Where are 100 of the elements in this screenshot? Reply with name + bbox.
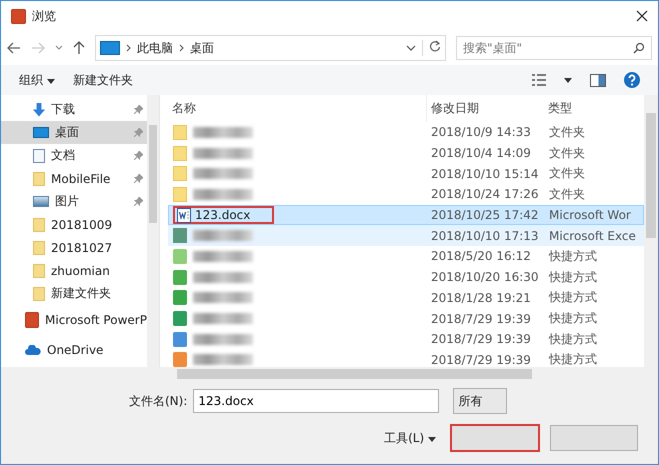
search-icon bbox=[633, 42, 645, 54]
sidebar-item-icon bbox=[33, 127, 49, 138]
spreadsheet-icon bbox=[173, 228, 187, 244]
chevron-down-icon[interactable] bbox=[406, 44, 416, 52]
type-cell-text: Microsoft Wor bbox=[548, 208, 632, 222]
filename-field[interactable]: 123.docx bbox=[193, 389, 440, 413]
sidebar-item-icon bbox=[33, 218, 45, 232]
file-row[interactable]: 2018/10/10 17:13 Microsoft Exce bbox=[168, 225, 644, 246]
tools-menu[interactable]: 工具(L) bbox=[384, 430, 436, 446]
file-row[interactable]: 2018/10/9 14:33 文件夹 bbox=[168, 122, 644, 143]
date-cell-text: 2018/10/20 16:30 bbox=[430, 270, 540, 284]
type-cell-text: 文件夹 bbox=[548, 144, 586, 162]
type-cell-text: 文件夹 bbox=[548, 165, 586, 182]
search-field[interactable]: 搜索"桌面" bbox=[456, 36, 652, 60]
new-folder-button[interactable]: 新建文件夹 bbox=[72, 72, 133, 88]
date-cell-text: 2018/7/29 19:39 bbox=[430, 352, 532, 367]
refresh-icon[interactable] bbox=[429, 40, 441, 52]
sidebar-item-icon bbox=[33, 148, 45, 162]
blurred-name bbox=[193, 188, 253, 200]
preview-pane-icon[interactable] bbox=[590, 74, 606, 86]
powerpoint-icon bbox=[11, 8, 26, 24]
back-arrow-icon[interactable] bbox=[7, 42, 21, 54]
blurred-name bbox=[193, 148, 253, 159]
date-cell-text: 2018/7/29 19:39 bbox=[430, 312, 532, 326]
type-cell-text: 文件夹 bbox=[548, 124, 586, 141]
sidebar-item[interactable]: Microsoft PowerP bbox=[1, 305, 147, 335]
blurred-name bbox=[193, 313, 253, 324]
chevron-right-icon bbox=[126, 44, 131, 52]
date-cell-text: 2018/10/4 14:09 bbox=[430, 146, 532, 160]
up-arrow-icon[interactable] bbox=[73, 41, 85, 55]
sidebar-item-icon bbox=[33, 264, 45, 278]
blurred-name bbox=[193, 250, 253, 262]
blurred-name bbox=[193, 126, 253, 138]
file-row[interactable]: 123.docx 2018/10/25 17:42 Microsoft Wor bbox=[168, 204, 644, 226]
sidebar-item[interactable]: 文档 bbox=[1, 144, 147, 167]
file-row[interactable]: 2018/10/10 15:14 文件夹 bbox=[168, 163, 644, 184]
breadcrumb[interactable]: 此电脑 bbox=[137, 40, 173, 56]
sidebar-item-icon bbox=[33, 172, 45, 186]
sidebar-item[interactable]: 20181009 bbox=[1, 213, 147, 236]
sidebar-item[interactable]: 20181027 bbox=[1, 236, 147, 259]
monitor-icon bbox=[100, 41, 120, 55]
file-row[interactable]: 2018/5/20 16:12 快捷方式 bbox=[168, 246, 644, 267]
close-icon[interactable] bbox=[636, 10, 648, 22]
file-row[interactable]: 2018/7/29 19:39 快捷方式 bbox=[168, 308, 644, 329]
file-row[interactable]: 2018/7/29 19:39 快捷方式 bbox=[168, 328, 644, 350]
sidebar-item[interactable]: 新建文件夹 bbox=[1, 282, 147, 305]
file-type-dropdown[interactable]: 所有 bbox=[453, 388, 508, 414]
column-header[interactable]: 类型 bbox=[544, 95, 644, 122]
help-icon[interactable] bbox=[624, 72, 640, 88]
sidebar-item-icon bbox=[33, 196, 49, 207]
date-cell-text: 2018/10/10 17:13 bbox=[430, 228, 540, 243]
column-header[interactable]: 修改日期 bbox=[426, 95, 544, 122]
file-row[interactable]: 2018/7/29 19:39 快捷方式 bbox=[168, 350, 644, 367]
word-document-icon bbox=[177, 208, 191, 223]
blurred-name bbox=[193, 334, 253, 345]
date-cell-text: 2018/10/25 17:42 bbox=[430, 208, 540, 222]
date-cell-text: 2018/10/9 14:33 bbox=[430, 125, 532, 140]
organize-menu[interactable]: 组织 bbox=[19, 72, 55, 88]
type-cell-text: 快捷方式 bbox=[548, 248, 598, 265]
sidebar-item[interactable]: OneDrive bbox=[1, 335, 147, 365]
type-cell-text: 快捷方式 bbox=[548, 330, 598, 348]
sidebar-item-icon bbox=[33, 240, 45, 254]
powerpoint-icon bbox=[25, 312, 39, 328]
file-row[interactable]: 2018/10/4 14:09 文件夹 bbox=[168, 142, 644, 164]
folder-icon bbox=[173, 166, 187, 182]
file-name: 123.docx bbox=[195, 208, 250, 222]
breadcrumb[interactable]: 桌面 bbox=[190, 40, 214, 56]
folder-icon bbox=[173, 146, 187, 161]
filename-label: 文件名(N): bbox=[129, 392, 188, 410]
column-header[interactable]: 名称 bbox=[168, 100, 426, 117]
type-cell-text: 快捷方式 bbox=[548, 310, 598, 328]
blurred-name bbox=[193, 272, 253, 283]
file-row[interactable]: 2018/10/20 16:30 快捷方式 bbox=[168, 266, 644, 288]
address-bar[interactable]: 此电脑 桌面 bbox=[95, 35, 446, 61]
chevron-down-icon[interactable] bbox=[55, 45, 63, 51]
window-title: 浏览 bbox=[32, 8, 57, 24]
sidebar-item[interactable]: 下载 bbox=[1, 98, 147, 121]
blurred-name bbox=[193, 292, 253, 304]
scrollbar[interactable] bbox=[644, 95, 658, 367]
type-cell-text: Microsoft Exce bbox=[548, 228, 637, 243]
file-row[interactable]: 2018/10/24 17:26 文件夹 bbox=[168, 184, 644, 205]
type-cell-text: 快捷方式 bbox=[548, 351, 598, 367]
view-options-icon[interactable] bbox=[532, 74, 546, 86]
sidebar-item[interactable]: MobileFile bbox=[1, 167, 147, 190]
sidebar-item[interactable]: 桌面 bbox=[1, 121, 147, 144]
sidebar-item[interactable]: zhuomian bbox=[1, 259, 147, 282]
caret-icon bbox=[428, 436, 436, 442]
date-cell-text: 2018/10/24 17:26 bbox=[430, 187, 540, 202]
sidebar-item[interactable]: 图片 bbox=[1, 190, 147, 213]
cloud-icon bbox=[25, 345, 41, 355]
date-cell-text: 2018/10/10 15:14 bbox=[430, 166, 540, 181]
chevron-right-icon bbox=[179, 44, 184, 52]
type-cell-text: 文件夹 bbox=[548, 186, 586, 203]
blurred-name bbox=[193, 354, 253, 366]
caret-icon[interactable] bbox=[564, 78, 572, 82]
type-cell-text: 快捷方式 bbox=[548, 289, 598, 306]
dialog-button[interactable] bbox=[450, 424, 540, 452]
date-cell-text: 2018/1/28 19:21 bbox=[430, 290, 532, 305]
scrollbar[interactable] bbox=[146, 95, 159, 367]
file-row[interactable]: 2018/1/28 19:21 快捷方式 bbox=[168, 288, 644, 308]
